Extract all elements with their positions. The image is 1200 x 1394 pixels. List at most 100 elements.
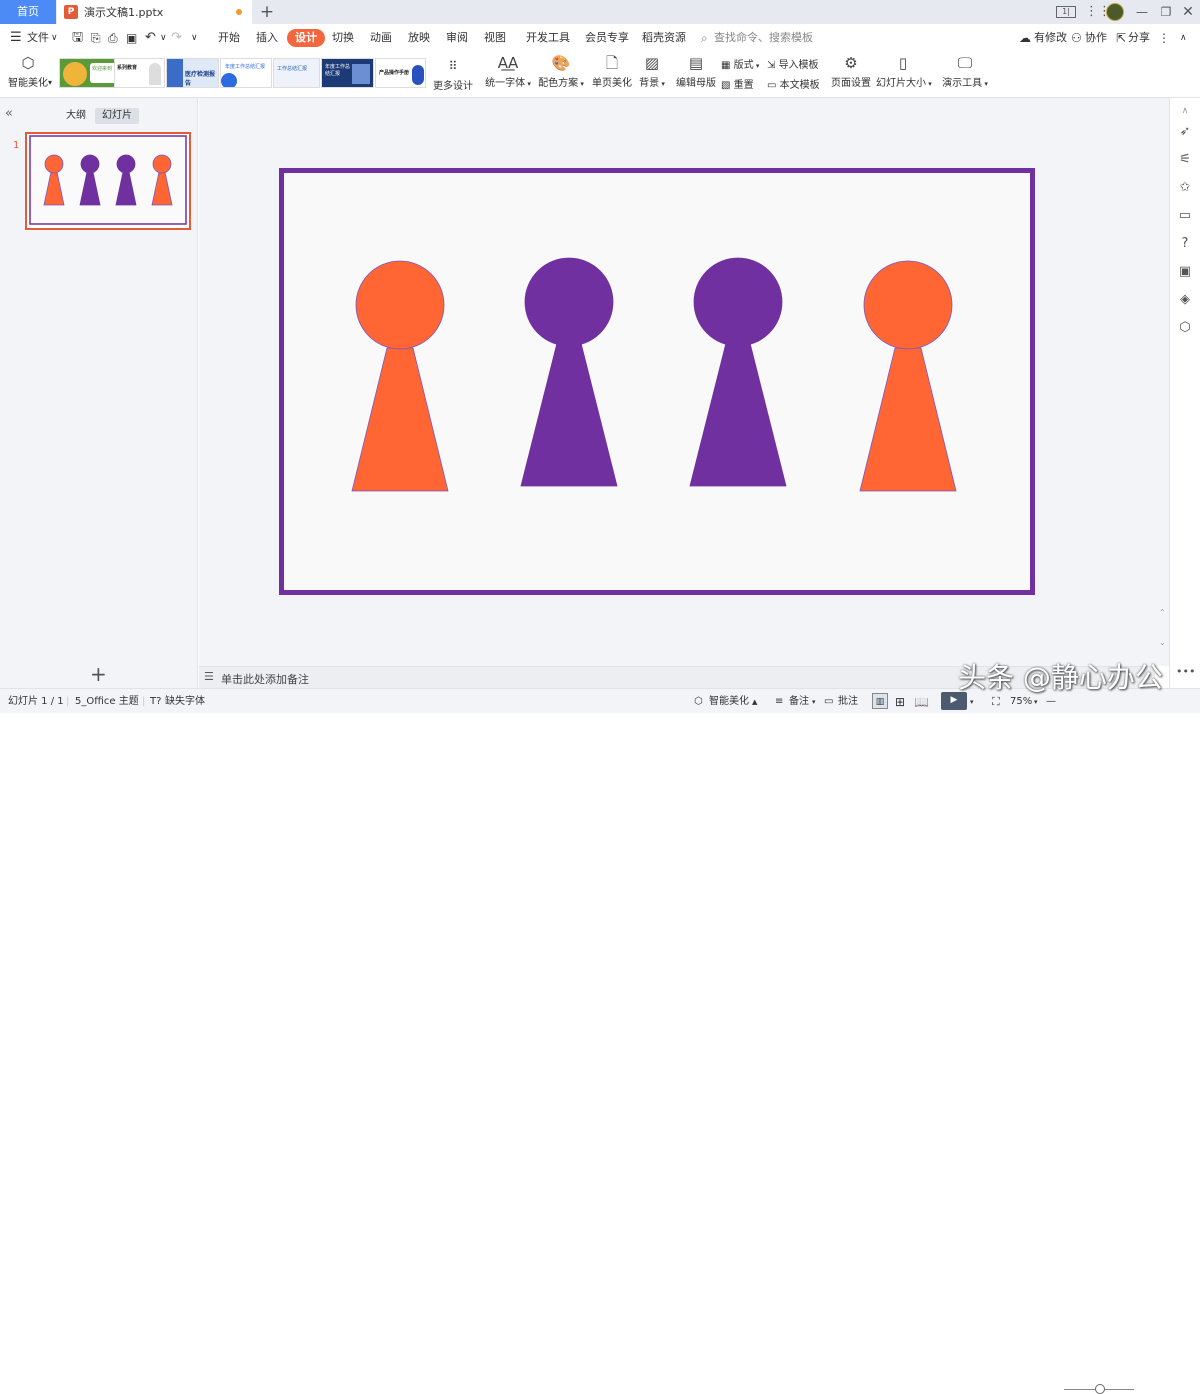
minimize-icon[interactable]: — bbox=[1134, 3, 1150, 21]
theme-name[interactable]: 5_Office 主题 bbox=[75, 694, 139, 710]
thumb-figure-4-head[interactable] bbox=[152, 154, 172, 174]
menu-file[interactable]: 文件 bbox=[27, 29, 49, 47]
user-avatar[interactable] bbox=[1106, 3, 1124, 21]
menu-transition[interactable]: 切换 bbox=[332, 29, 354, 47]
comment-icon[interactable]: ▭ bbox=[1176, 207, 1194, 225]
slide-sorter-view-icon[interactable]: ⊞ bbox=[895, 694, 905, 710]
redo-icon[interactable]: ↷ bbox=[171, 29, 182, 47]
vertical-scrollbar[interactable]: ⌃ ⌄ bbox=[1155, 98, 1169, 666]
slide-size-button[interactable]: ▯ 幻灯片大小 ▾ bbox=[876, 54, 932, 89]
figure-3-body[interactable] bbox=[689, 342, 787, 487]
menu-animation[interactable]: 动画 bbox=[370, 29, 392, 47]
save-icon[interactable]: 🖫 bbox=[72, 29, 83, 47]
rocket-icon[interactable]: ➶ bbox=[1176, 123, 1194, 141]
menu-slideshow[interactable]: 放映 bbox=[408, 29, 430, 47]
thumb-figure-3-head[interactable] bbox=[116, 154, 136, 174]
figure-4-head[interactable] bbox=[863, 260, 953, 350]
tab-outline[interactable]: 大纲 bbox=[59, 108, 93, 124]
menu-design[interactable]: 设计 bbox=[287, 29, 325, 47]
missing-font-button[interactable]: 缺失字体 bbox=[165, 694, 205, 710]
comments-button[interactable]: 批注 bbox=[838, 694, 858, 710]
template-thumb-2[interactable]: 系列教育 bbox=[114, 58, 165, 88]
collapse-panel-icon[interactable]: « bbox=[5, 106, 13, 121]
help-icon[interactable]: ? bbox=[1176, 235, 1194, 253]
unify-font-button[interactable]: A͟A 统一字体 ▾ bbox=[485, 54, 531, 89]
color-scheme-button[interactable]: 🎨 配色方案 ▾ bbox=[536, 54, 586, 89]
hamburger-icon[interactable]: ☰ bbox=[10, 29, 22, 47]
background-button[interactable]: ▨ 背景 ▾ bbox=[637, 54, 667, 89]
template-thumb-6[interactable]: 年度工作总结汇报 bbox=[321, 58, 374, 88]
slide-canvas[interactable] bbox=[279, 168, 1035, 595]
template-thumb-3[interactable]: 医疗检测报告 bbox=[166, 58, 219, 88]
single-page-beautify-button[interactable]: 🗋 单页美化 bbox=[592, 54, 632, 89]
print-preview-icon[interactable]: ▣ bbox=[126, 29, 137, 47]
zoom-level[interactable]: 75% bbox=[1010, 694, 1032, 710]
collapse-ribbon-icon[interactable]: ∧ bbox=[1180, 29, 1187, 47]
thumb-figure-2-head[interactable] bbox=[80, 154, 100, 174]
zoom-out-icon[interactable]: — bbox=[1046, 694, 1056, 710]
file-dropdown-icon[interactable]: ∨ bbox=[51, 29, 58, 47]
print-icon[interactable]: ⎙ bbox=[108, 29, 118, 47]
smart-beautify-button[interactable]: ⬡ 智能美化 bbox=[8, 54, 48, 89]
rail-more-icon[interactable]: ••• bbox=[1176, 663, 1195, 681]
adjust-icon[interactable]: ⚟ bbox=[1176, 151, 1194, 169]
import-template-button[interactable]: ⇲ 导入模板 bbox=[767, 56, 819, 71]
fit-window-icon[interactable]: ⛶ bbox=[992, 694, 1000, 710]
scroll-up-icon[interactable]: ⌃ bbox=[1159, 608, 1166, 617]
share-button[interactable]: 分享 bbox=[1128, 29, 1150, 47]
scroll-down-icon[interactable]: ⌄ bbox=[1159, 638, 1166, 647]
has-changes-button[interactable]: 有修改 bbox=[1034, 29, 1067, 47]
menu-docer[interactable]: 稻壳资源 bbox=[642, 29, 686, 47]
notes-status-arrow-icon[interactable]: ▾ bbox=[812, 694, 816, 710]
undo-icon[interactable]: ↶ bbox=[145, 29, 156, 47]
figure-3[interactable] bbox=[689, 257, 787, 487]
smart-beautify-dropdown-icon[interactable]: ▾ bbox=[48, 78, 52, 87]
figure-2[interactable] bbox=[520, 257, 618, 487]
figure-1[interactable] bbox=[351, 260, 449, 492]
home-tab[interactable]: 首页 bbox=[0, 0, 56, 24]
layout-button[interactable]: ▦ 版式 ▾ bbox=[721, 56, 759, 71]
image-icon[interactable]: ▣ bbox=[1176, 263, 1194, 281]
menu-member[interactable]: 会员专享 bbox=[585, 29, 629, 47]
figure-2-head[interactable] bbox=[524, 257, 614, 347]
document-tab[interactable]: P 演示文稿1.pptx bbox=[57, 0, 252, 24]
tab-slides[interactable]: 幻灯片 bbox=[95, 108, 139, 124]
figure-4-body[interactable] bbox=[859, 347, 957, 492]
zoom-dropdown-icon[interactable]: ▾ bbox=[1034, 694, 1038, 710]
edit-master-button[interactable]: ▤ 编辑母版 bbox=[676, 54, 716, 89]
export-pdf-icon[interactable]: ⎘ bbox=[91, 29, 101, 47]
slide-thumbnail[interactable] bbox=[25, 132, 191, 230]
pin-icon[interactable]: ✩ bbox=[1176, 179, 1194, 197]
page-setup-button[interactable]: ⚙ 页面设置 bbox=[831, 54, 871, 89]
zoom-slider-thumb[interactable] bbox=[1095, 1384, 1105, 1394]
undo-dropdown-icon[interactable]: ∨ bbox=[160, 29, 167, 47]
text-template-button[interactable]: ▭ 本文模板 bbox=[767, 76, 820, 91]
smart-beautify-status-button[interactable]: 智能美化 bbox=[709, 694, 749, 710]
menu-view[interactable]: 视图 bbox=[484, 29, 506, 47]
figure-4[interactable] bbox=[859, 260, 957, 492]
add-slide-button[interactable]: + bbox=[90, 662, 107, 686]
command-search-input[interactable]: 查找命令、搜索模板 bbox=[714, 29, 813, 47]
template-thumb-5[interactable]: 工作总结汇报 bbox=[273, 58, 320, 88]
quick-access-more-icon[interactable]: ∨ bbox=[191, 29, 198, 47]
figure-1-head[interactable] bbox=[355, 260, 445, 350]
grid-apps-icon[interactable]: ⋮⋮ bbox=[1085, 3, 1111, 21]
figure-2-body[interactable] bbox=[520, 342, 618, 487]
more-designs-button[interactable]: ⠿ 更多设计 bbox=[433, 57, 473, 92]
menu-start[interactable]: 开始 bbox=[218, 29, 240, 47]
menu-review[interactable]: 审阅 bbox=[446, 29, 468, 47]
menu-developer[interactable]: 开发工具 bbox=[526, 29, 570, 47]
new-tab-button[interactable]: + bbox=[258, 2, 276, 22]
presentation-tools-button[interactable]: 🖵 演示工具 ▾ bbox=[942, 54, 988, 89]
notes-toggle-button[interactable]: 备注 bbox=[789, 694, 809, 710]
restore-icon[interactable]: ❐ bbox=[1158, 3, 1174, 21]
reset-button[interactable]: ▧ 重置 bbox=[721, 76, 754, 91]
figure-3-head[interactable] bbox=[693, 257, 783, 347]
menu-insert[interactable]: 插入 bbox=[256, 29, 278, 47]
collaborate-button[interactable]: 协作 bbox=[1085, 29, 1107, 47]
reading-view-icon[interactable]: 📖 bbox=[914, 694, 929, 710]
window-layout-icon[interactable]: 1| bbox=[1056, 6, 1076, 18]
figure-1-body[interactable] bbox=[351, 347, 449, 492]
more-options-icon[interactable]: ⋮ bbox=[1158, 29, 1170, 47]
location-icon[interactable]: ◈ bbox=[1176, 291, 1194, 309]
